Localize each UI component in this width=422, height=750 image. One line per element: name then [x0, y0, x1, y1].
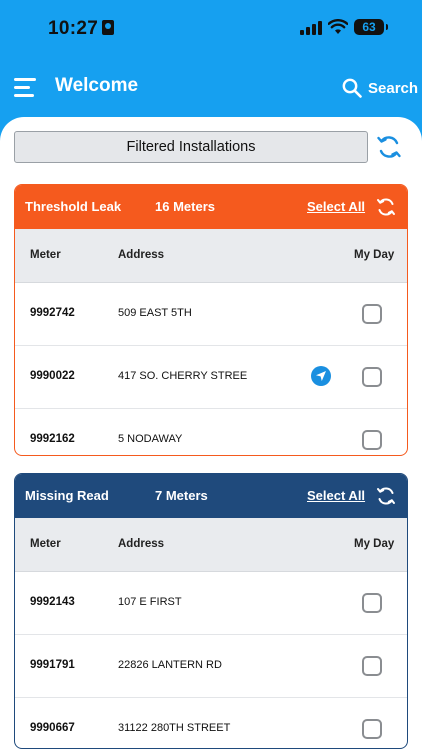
my-day-checkbox[interactable]: [362, 367, 382, 387]
meter-address: 5 NODAWAY: [118, 433, 183, 445]
meter-address: 107 E FIRST: [118, 596, 182, 608]
select-all-link[interactable]: Select All: [307, 199, 365, 214]
app-header: Welcome Search: [0, 58, 422, 118]
table-row[interactable]: 9990667 31122 280TH STREET: [15, 698, 407, 748]
meter-address: 417 SO. CHERRY STREE: [118, 370, 248, 382]
missing-read-card: Missing Read 7 Meters Select All Meter A…: [14, 473, 408, 749]
search-icon: [342, 78, 362, 98]
page-title: Welcome: [55, 75, 139, 96]
column-header-row: Meter Address My Day: [15, 229, 407, 283]
column-address: Address: [118, 538, 165, 550]
meter-number: 9992742: [30, 307, 75, 319]
meter-number: 9990667: [30, 722, 75, 734]
status-bar: 10:27 63: [0, 0, 422, 58]
meter-number: 9991791: [30, 659, 75, 671]
hamburger-menu-icon[interactable]: [14, 78, 36, 98]
filtered-installations-button[interactable]: Filtered Installations: [14, 131, 368, 163]
my-day-checkbox[interactable]: [362, 304, 382, 324]
time-text: 10:27: [48, 18, 99, 39]
meter-number: 9992162: [30, 433, 75, 445]
column-my-day: My Day: [354, 538, 395, 550]
column-meter: Meter: [30, 249, 61, 261]
contact-badge-icon: [102, 20, 115, 35]
my-day-checkbox[interactable]: [362, 593, 382, 613]
wifi-icon: [328, 19, 348, 34]
battery-level: 63: [362, 20, 376, 34]
column-meter: Meter: [30, 538, 61, 550]
meter-count: 7 Meters: [155, 488, 208, 503]
my-day-checkbox[interactable]: [362, 656, 382, 676]
search-button[interactable]: Search: [342, 75, 418, 101]
card-header: Missing Read 7 Meters Select All: [15, 474, 407, 518]
my-day-checkbox[interactable]: [362, 719, 382, 739]
table-row[interactable]: 9992162 5 NODAWAY: [15, 409, 407, 455]
threshold-leak-card: Threshold Leak 16 Meters Select All Mete…: [14, 184, 408, 456]
table-row[interactable]: 9992143 107 E FIRST: [15, 572, 407, 635]
refresh-icon[interactable]: [376, 486, 396, 506]
select-all-link[interactable]: Select All: [307, 488, 365, 503]
main-content: Filtered Installations Threshold Leak 16…: [0, 117, 422, 750]
my-day-checkbox[interactable]: [362, 430, 382, 450]
column-header-row: Meter Address My Day: [15, 518, 407, 572]
card-title: Threshold Leak: [25, 199, 122, 214]
search-label: Search: [368, 79, 419, 97]
refresh-icon[interactable]: [376, 134, 402, 160]
meter-number: 9990022: [30, 370, 75, 382]
table-row[interactable]: 9992742 509 EAST 5TH: [15, 283, 407, 346]
meter-address: 509 EAST 5TH: [118, 307, 192, 319]
meter-address: 22826 LANTERN RD: [118, 659, 222, 671]
refresh-icon[interactable]: [376, 197, 396, 217]
column-my-day: My Day: [354, 249, 395, 261]
navigation-arrow-icon[interactable]: [311, 366, 331, 386]
card-header: Threshold Leak 16 Meters Select All: [15, 185, 407, 229]
meter-address: 31122 280TH STREET: [118, 722, 231, 734]
table-row[interactable]: 9990022 417 SO. CHERRY STREE: [15, 346, 407, 409]
battery-icon: 63: [354, 19, 388, 35]
cellular-signal-icon: [300, 21, 322, 35]
column-address: Address: [118, 249, 165, 261]
table-row[interactable]: 9991791 22826 LANTERN RD: [15, 635, 407, 698]
meter-number: 9992143: [30, 596, 75, 608]
meter-count: 16 Meters: [155, 199, 215, 214]
status-time: 10:27: [48, 18, 115, 40]
card-title: Missing Read: [25, 488, 109, 503]
